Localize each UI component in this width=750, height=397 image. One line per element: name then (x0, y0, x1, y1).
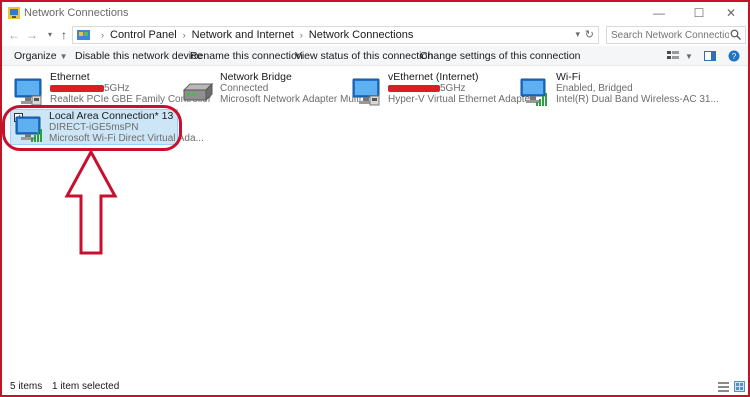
virtual-ethernet-adapter-icon (352, 78, 380, 106)
connection-text: vEthernet (Internet) 5GHz Hyper-V Virtua… (388, 72, 533, 105)
search-icon[interactable] (730, 29, 741, 40)
svg-text:?: ? (732, 52, 737, 61)
connection-name: Network Bridge (220, 71, 292, 83)
chevron-down-icon: ▼ (59, 52, 68, 61)
refresh-icon[interactable]: ↻ (585, 28, 594, 41)
selection-count: 1 item selected (52, 381, 120, 392)
control-panel-icon (77, 30, 90, 40)
network-connections-app-icon (8, 7, 20, 19)
minimize-button[interactable]: — (642, 2, 676, 24)
item-count: 5 items (10, 381, 43, 392)
breadcrumb: › Control Panel › Network and Internet ›… (95, 29, 413, 41)
connection-name: vEthernet (Internet) (388, 71, 479, 83)
explorer-window: Network Connections — ☐ ✕ ← → ▾ ↑ › Cont… (1, 1, 749, 396)
organize-menu[interactable]: Organize ▼ (14, 50, 68, 62)
connection-text: Wi-Fi Enabled, Bridged Intel(R) Dual Ban… (556, 71, 719, 106)
connection-status: Connected (220, 83, 269, 94)
breadcrumb-control-panel[interactable]: Control Panel (110, 29, 177, 41)
address-row: ← → ▾ ↑ › Control Panel › Network and In… (2, 24, 748, 46)
annotation-highlight-ring (2, 105, 182, 151)
search-input[interactable] (611, 27, 729, 43)
breadcrumb-separator-icon[interactable]: › (183, 30, 186, 40)
view-status-button[interactable]: View status of this connection (295, 50, 433, 62)
breadcrumb-network-connections[interactable]: Network Connections (309, 29, 414, 41)
title-bar: Network Connections — ☐ ✕ (2, 2, 748, 24)
connection-device: Intel(R) Dual Band Wireless-AC 31... (556, 94, 719, 105)
window-title: Network Connections (24, 7, 129, 19)
change-settings-button[interactable]: Change settings of this connection (420, 50, 581, 62)
network-bridge-icon (182, 82, 214, 102)
command-bar: Organize ▼ Disable this network device Re… (2, 46, 748, 66)
connection-text: Network Bridge Connected Microsoft Netwo… (220, 71, 370, 106)
breadcrumb-network-and-internet[interactable]: Network and Internet (192, 29, 294, 41)
connection-device: Hyper-V Virtual Ethernet Adapter (388, 94, 534, 105)
connection-item-wifi[interactable]: Wi-Fi Enabled, Bridged Intel(R) Dual Ban… (518, 72, 719, 114)
status-bar: 5 items 1 item selected (2, 377, 748, 395)
search-box[interactable] (606, 26, 746, 44)
connection-item-network-bridge[interactable]: Network Bridge Connected Microsoft Netwo… (182, 72, 370, 114)
maximize-button[interactable]: ☐ (682, 2, 716, 24)
connections-list: Ethernet 5GHz Realtek PCIe GBE Family Co… (2, 66, 748, 377)
connection-name: Wi-Fi (556, 71, 581, 83)
redaction-mark (388, 84, 440, 92)
details-view-icon[interactable] (718, 381, 729, 392)
rename-connection-button[interactable]: Rename this connection (190, 50, 303, 62)
up-button[interactable]: ↑ (56, 27, 72, 43)
back-button[interactable]: ← (6, 27, 22, 43)
organize-label: Organize (14, 50, 57, 62)
disable-device-button[interactable]: Disable this network device (75, 50, 202, 62)
address-dropdown-icon[interactable]: ▾ (575, 29, 580, 40)
redaction-mark (50, 84, 104, 92)
breadcrumb-separator-icon[interactable]: › (300, 30, 303, 40)
annotation-arrow-icon (64, 150, 118, 255)
connection-status: 5GHz (104, 83, 130, 94)
connection-device: Microsoft Network Adapter Multi... (220, 94, 370, 105)
ethernet-adapter-icon (14, 78, 42, 106)
connection-item-vethernet[interactable]: vEthernet (Internet) 5GHz Hyper-V Virtua… (350, 72, 533, 114)
large-icons-view-icon[interactable] (734, 381, 745, 392)
change-view-icon[interactable] (667, 50, 679, 62)
connection-status: 5GHz (440, 83, 466, 94)
preview-pane-icon[interactable] (704, 50, 716, 62)
connection-status: Enabled, Bridged (556, 83, 633, 94)
close-button[interactable]: ✕ (714, 2, 748, 24)
wifi-adapter-icon (520, 78, 547, 106)
forward-button[interactable]: → (24, 27, 40, 43)
view-options-chevron-icon[interactable]: ▼ (685, 52, 693, 61)
address-bar[interactable]: › Control Panel › Network and Internet ›… (72, 26, 599, 44)
breadcrumb-separator-icon[interactable]: › (101, 30, 104, 40)
help-icon[interactable]: ? (728, 50, 740, 62)
